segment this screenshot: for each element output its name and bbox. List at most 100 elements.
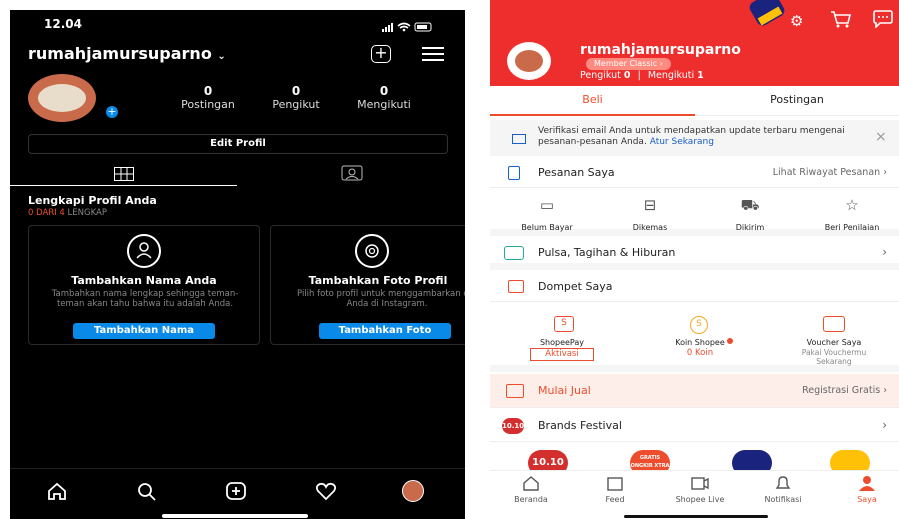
mail-icon: [512, 134, 526, 144]
wallet-row[interactable]: Dompet Saya: [490, 272, 899, 302]
store-icon: [506, 384, 524, 398]
person-icon: [127, 234, 161, 268]
wallet-icon[interactable]: ▭: [532, 196, 562, 214]
menu-icon[interactable]: [422, 47, 444, 61]
bottom-nav: Beranda Feed Shopee Live Notifikasi Saya: [490, 470, 899, 519]
avatar[interactable]: [507, 42, 551, 80]
wallet-item-name: Voucher Saya: [806, 338, 862, 347]
bottom-nav: [10, 468, 465, 519]
card-description: Pilih foto profil untuk menggambarkan di…: [297, 289, 465, 309]
complete-profile-progress: 0 DARI 4 LENGKAP: [28, 208, 107, 218]
coin-balance: 0 Koin: [686, 348, 714, 358]
new-post-icon[interactable]: +: [371, 45, 391, 63]
shopee-profile-screen: ⚙ rumahjamursuparno Member Classic › Pen…: [490, 0, 899, 519]
search-icon[interactable]: [136, 481, 158, 505]
add-name-button[interactable]: Tambahkan Nama: [73, 323, 215, 339]
profile-header: ⚙ rumahjamursuparno Member Classic › Pen…: [490, 0, 899, 86]
signal-wifi-battery-icon: [382, 22, 432, 32]
chevron-down-icon: ⌄: [217, 51, 226, 62]
order-history-link[interactable]: Lihat Riwayat Pesanan ›: [773, 167, 887, 178]
bell-icon: [775, 476, 791, 489]
card-title: Tambahkan Nama Anda: [71, 274, 217, 287]
wallet-item-name: Koin Shopee: [675, 338, 725, 347]
brands-title: Brands Festival: [538, 419, 622, 432]
phone-icon: [504, 246, 524, 260]
nav-shopee-live[interactable]: Shopee Live: [670, 475, 730, 504]
star-icon[interactable]: ☆: [837, 196, 867, 214]
home-indicator: [624, 515, 768, 518]
home-icon: [523, 476, 539, 491]
follow-counts[interactable]: Pengikut 0 | Mengikuti 1: [580, 70, 704, 81]
nav-notifikasi[interactable]: Notifikasi: [756, 475, 810, 504]
avatar[interactable]: [28, 74, 96, 122]
coin-icon[interactable]: S: [690, 316, 708, 334]
home-indicator: [162, 514, 308, 518]
stat-following[interactable]: 0 Mengikuti: [344, 84, 424, 111]
notice-text: Verifikasi email Anda untuk mendapatkan …: [538, 126, 845, 147]
stat-followers[interactable]: 0 Pengikut: [256, 84, 336, 111]
orders-title: Pesanan Saya: [538, 166, 615, 179]
status-time: 12.04: [44, 17, 82, 31]
state-label[interactable]: Beri Penilaian: [805, 223, 899, 232]
register-link[interactable]: Registrasi Gratis ›: [802, 385, 887, 396]
instagram-profile-screen: 12.04 rumahjamursuparno ⌄ + + 0 Postinga…: [10, 10, 465, 519]
chevron-right-icon: ›: [882, 245, 887, 259]
sell-title: Mulai Jual: [538, 384, 591, 397]
chevron-right-icon: ›: [882, 418, 887, 432]
close-icon[interactable]: ×: [875, 129, 887, 145]
orders-row[interactable]: Pesanan Saya Lihat Riwayat Pesanan ›: [490, 158, 899, 188]
nav-saya[interactable]: Saya: [840, 475, 894, 504]
active-tab-indicator: [10, 185, 237, 186]
shop-username: rumahjamursuparno: [580, 42, 741, 58]
live-icon: [691, 477, 709, 490]
order-states: ▭ ⊟ ⛟ ☆ Belum Bayar Dikemas Dikirim Beri…: [490, 188, 899, 236]
tagged-tab-icon[interactable]: [341, 165, 363, 185]
box-icon[interactable]: ⊟: [635, 196, 665, 214]
edit-profile-button[interactable]: Edit Profil: [28, 134, 448, 154]
pulsa-title: Pulsa, Tagihan & Hiburan: [538, 246, 676, 259]
wallet-item-name: ShopeePay: [539, 338, 585, 347]
profile-tab-avatar[interactable]: [402, 480, 424, 502]
wallet-items: S S ShopeePay Aktivasi Koin Shopee 0 Koi…: [490, 304, 899, 372]
chat-icon[interactable]: [872, 10, 894, 32]
heart-icon[interactable]: [315, 481, 337, 505]
card-description: Tambahkan nama lengkap sehingga teman-te…: [51, 289, 239, 309]
nav-feed[interactable]: Feed: [588, 475, 642, 504]
profile-username[interactable]: rumahjamursuparno ⌄: [28, 44, 226, 63]
pulsa-row[interactable]: Pulsa, Tagihan & Hiburan ›: [490, 238, 899, 270]
add-name-card: Tambahkan Nama Anda Tambahkan nama lengk…: [28, 225, 260, 345]
complete-profile-title: Lengkapi Profil Anda: [28, 194, 157, 207]
feed-icon: [607, 477, 623, 491]
state-label[interactable]: Belum Bayar: [500, 223, 594, 232]
stat-posts[interactable]: 0 Postingan: [168, 84, 248, 111]
activate-button[interactable]: Aktivasi: [530, 348, 594, 361]
shopeepay-icon[interactable]: S: [554, 316, 574, 332]
clipboard-icon: [508, 166, 520, 180]
grid-tab-icon[interactable]: [114, 166, 134, 185]
tab-postingan[interactable]: Postingan: [695, 86, 899, 116]
brands-badge-icon: 10.10: [502, 418, 524, 434]
sell-row[interactable]: Mulai Jual Registrasi Gratis ›: [490, 374, 899, 408]
voucher-subtitle: Pakai Vouchermu Sekarang: [801, 348, 867, 366]
nav-beranda[interactable]: Beranda: [504, 475, 558, 504]
add-photo-icon[interactable]: +: [104, 104, 120, 120]
camera-icon: [355, 234, 389, 268]
create-icon[interactable]: [225, 481, 247, 505]
cart-icon[interactable]: [830, 10, 852, 32]
wallet-icon: [508, 280, 524, 293]
state-label[interactable]: Dikirim: [703, 223, 797, 232]
voucher-icon[interactable]: [823, 316, 845, 332]
add-photo-card: Tambahkan Foto Profil Pilih foto profil …: [270, 225, 465, 345]
home-icon[interactable]: [46, 481, 68, 505]
state-label[interactable]: Dikemas: [603, 223, 697, 232]
brands-row[interactable]: 10.10 Brands Festival ›: [490, 410, 899, 442]
card-title: Tambahkan Foto Profil: [308, 274, 448, 287]
user-icon: [859, 476, 875, 491]
add-photo-button[interactable]: Tambahkan Foto: [319, 323, 451, 339]
truck-icon[interactable]: ⛟: [735, 196, 765, 216]
settings-icon[interactable]: ⚙: [790, 12, 803, 30]
member-badge[interactable]: Member Classic ›: [586, 58, 671, 70]
wallet-title: Dompet Saya: [538, 280, 613, 293]
email-verification-notice[interactable]: Verifikasi email Anda untuk mendapatkan …: [490, 120, 899, 156]
tab-beli[interactable]: Beli: [490, 86, 695, 116]
